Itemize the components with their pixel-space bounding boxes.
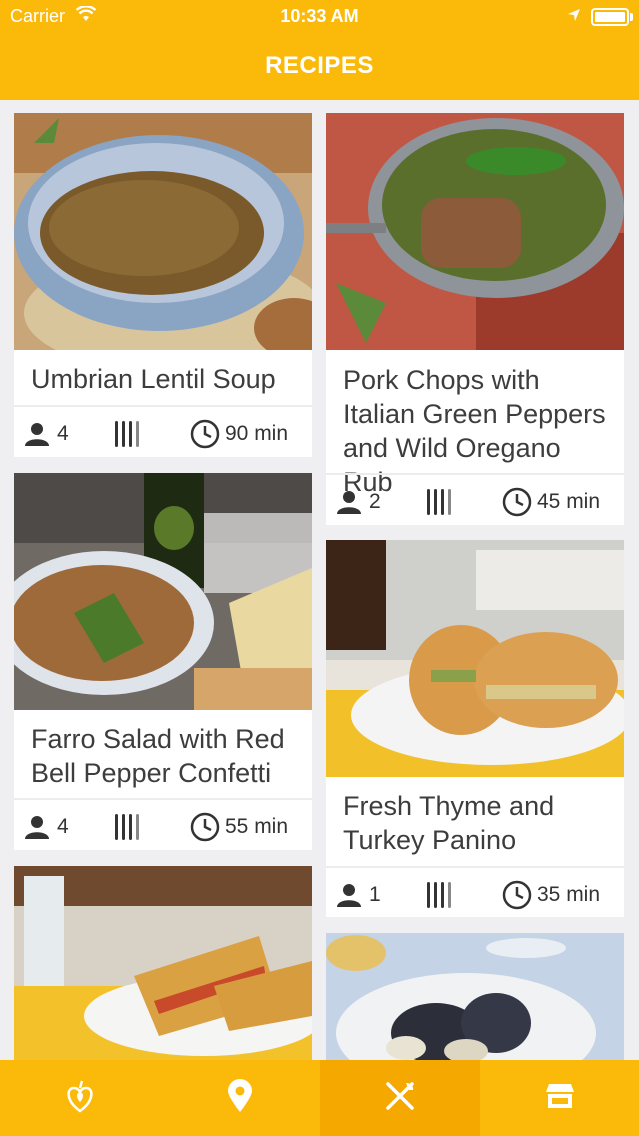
tab-bar	[0, 1060, 639, 1136]
recipe-title: Farro Salad with Red Bell Pepper Confett…	[31, 724, 285, 788]
divider	[14, 798, 312, 800]
cutlery-icon	[424, 487, 452, 522]
recipe-title: Fresh Thyme and Turkey Panino	[343, 791, 555, 855]
recipe-photo	[326, 933, 624, 1060]
servings-count: 1	[369, 883, 381, 906]
recipe-card-partial-left[interactable]	[14, 866, 312, 1060]
servings-count: 2	[369, 490, 381, 513]
clock: 10:33 AM	[280, 6, 359, 26]
tab-favorites[interactable]	[0, 1060, 160, 1136]
recipe-meta: 4 90 min	[14, 409, 312, 459]
recipe-photo	[326, 113, 624, 350]
recipe-card-partial-right[interactable]	[326, 933, 624, 1060]
recipe-photo	[14, 866, 312, 1060]
person-icon	[24, 421, 50, 452]
battery-tip	[630, 13, 633, 21]
store-icon	[544, 1082, 576, 1115]
location-pin-icon	[227, 1078, 253, 1118]
recipe-photo	[14, 113, 312, 350]
servings-count: 4	[57, 815, 69, 838]
recipe-meta: 4 55 min	[14, 802, 312, 852]
heart-leaf-icon	[62, 1078, 98, 1119]
recipe-card-lentil-soup[interactable]: Umbrian Lentil Soup 4 90 min	[14, 113, 312, 457]
page-title: RECIPES	[265, 52, 374, 79]
clock-icon	[190, 812, 220, 847]
recipe-meta: 1 35 min	[326, 870, 624, 920]
person-icon	[336, 882, 362, 913]
tab-locations[interactable]	[160, 1060, 320, 1136]
cutlery-icon	[424, 880, 452, 915]
cook-time: 55 min	[225, 815, 289, 838]
clock-icon	[502, 880, 532, 915]
clock-icon	[502, 487, 532, 522]
recipe-meta: 2 45 min	[326, 477, 624, 527]
tab-store[interactable]	[480, 1060, 639, 1136]
person-icon	[24, 814, 50, 845]
recipe-photo	[14, 473, 312, 710]
status-bar: Carrier 10:33 AM	[0, 0, 639, 34]
divider	[326, 473, 624, 475]
divider	[326, 866, 624, 868]
navigation-bar: RECIPES	[0, 34, 639, 100]
recipe-card-farro-salad[interactable]: Farro Salad with Red Bell Pepper Confett…	[14, 473, 312, 850]
servings-count: 4	[57, 422, 69, 445]
tab-recipes[interactable]	[320, 1060, 480, 1136]
person-icon	[336, 489, 362, 520]
recipe-card-turkey-panino[interactable]: Fresh Thyme and Turkey Panino 1 35 min	[326, 540, 624, 917]
divider	[14, 405, 312, 407]
clock-icon	[190, 419, 220, 454]
cook-time: 35 min	[537, 883, 601, 906]
recipe-photo	[326, 540, 624, 777]
cook-time: 90 min	[225, 422, 289, 445]
recipe-card-pork-chops[interactable]: Pork Chops with Italian Green Peppers an…	[326, 113, 624, 525]
cutlery-icon	[112, 812, 140, 847]
location-arrow-icon	[567, 8, 581, 27]
cutlery-icon	[112, 419, 140, 454]
recipe-title: Umbrian Lentil Soup	[31, 364, 276, 394]
fork-knife-icon	[384, 1080, 416, 1117]
cook-time: 45 min	[537, 490, 601, 513]
battery-icon	[591, 8, 629, 26]
